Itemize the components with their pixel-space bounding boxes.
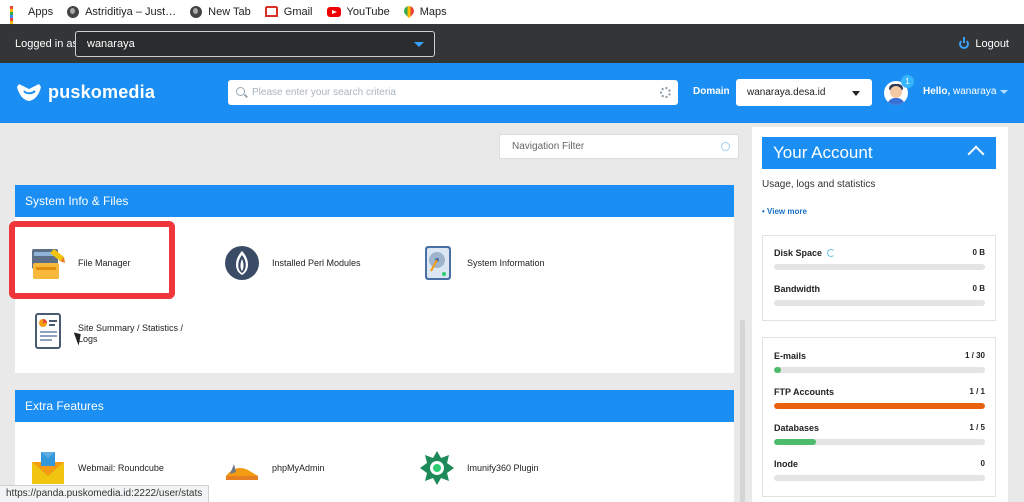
usage-box-accounts: E-mails 1 / 30 FTP Accounts 1 / 1 Databa… bbox=[762, 337, 996, 497]
account-panel-header[interactable]: Your Account bbox=[762, 137, 996, 169]
stat-label: Disk Space bbox=[774, 248, 823, 258]
app-header: puskomedia Please enter your search crit… bbox=[0, 63, 1024, 123]
search-placeholder: Please enter your search criteria bbox=[252, 87, 396, 98]
stat-label: Inode bbox=[774, 459, 798, 469]
item-label: Site Summary / Statistics / Logs bbox=[78, 323, 184, 344]
stat-label: Bandwidth bbox=[774, 284, 820, 294]
youtube-icon bbox=[326, 7, 341, 17]
item-label: phpMyAdmin bbox=[272, 463, 325, 473]
stat-progress-bar bbox=[774, 403, 985, 409]
user-menu[interactable]: Hello, wanaraya bbox=[923, 86, 996, 97]
installed-perl-modules-link[interactable]: Installed Perl Modules bbox=[224, 245, 361, 281]
bookmarks-bar: Apps Astriditiya – Just… New Tab Gmail Y… bbox=[0, 0, 1024, 33]
globe-icon bbox=[67, 6, 80, 18]
stat-progress-bar bbox=[774, 264, 985, 270]
item-label: Imunify360 Plugin bbox=[467, 463, 539, 473]
stat-value: 1 / 1 bbox=[969, 387, 985, 396]
webmail-envelope-icon bbox=[32, 452, 64, 484]
notification-badge[interactable]: 1 bbox=[901, 75, 914, 88]
stat-progress-bar bbox=[774, 367, 985, 373]
domain-label: Domain bbox=[693, 86, 730, 97]
logout-label: Logout bbox=[975, 38, 1009, 50]
logged-in-label: Logged in as bbox=[15, 37, 78, 50]
bookmark-youtube[interactable]: YouTube bbox=[326, 6, 390, 18]
bookmark-astriditiya[interactable]: Astriditiya – Just… bbox=[67, 6, 176, 18]
stat-value: 0 B bbox=[972, 284, 985, 293]
power-icon bbox=[959, 37, 970, 49]
item-label: Installed Perl Modules bbox=[272, 258, 361, 268]
brand-logo[interactable]: puskomedia bbox=[17, 81, 155, 103]
phpmyadmin-link[interactable]: phpMyAdmin bbox=[224, 450, 325, 486]
file-manager-link[interactable]: File Manager bbox=[30, 245, 131, 281]
section-title: Extra Features bbox=[15, 390, 734, 422]
view-more-link[interactable]: • View more bbox=[762, 207, 807, 216]
system-information-link[interactable]: System Information bbox=[419, 245, 545, 281]
main-scrollbar[interactable] bbox=[740, 320, 745, 502]
navigation-filter-placeholder: Navigation Filter bbox=[512, 141, 585, 152]
gear-icon[interactable] bbox=[660, 87, 671, 98]
stat-progress-bar bbox=[774, 475, 985, 481]
search-icon bbox=[721, 142, 730, 151]
imunify-shield-icon bbox=[420, 451, 454, 485]
webmail-roundcube-link[interactable]: Webmail: Roundcube bbox=[30, 450, 164, 486]
status-bar-url: https://panda.puskomedia.id:2222/user/st… bbox=[0, 485, 210, 502]
search-icon bbox=[236, 87, 245, 96]
bookmark-label: YouTube bbox=[346, 6, 390, 18]
stat-value: 1 / 5 bbox=[969, 423, 985, 432]
chevron-down-icon bbox=[414, 42, 424, 47]
site-summary-statistics-logs-link[interactable]: Site Summary / Statistics / Logs bbox=[30, 313, 200, 349]
hard-disk-icon bbox=[425, 246, 451, 280]
stat-value: 0 bbox=[980, 459, 985, 468]
stat-label: E-mails bbox=[774, 351, 807, 361]
search-input[interactable]: Please enter your search criteria bbox=[228, 80, 678, 105]
item-label: Webmail: Roundcube bbox=[78, 463, 164, 473]
imunify360-plugin-link[interactable]: Imunify360 Plugin bbox=[419, 450, 539, 486]
gmail-icon bbox=[264, 7, 278, 17]
account-title: Your Account bbox=[773, 143, 873, 162]
stat-label: FTP Accounts bbox=[774, 387, 835, 397]
file-manager-icon bbox=[32, 249, 65, 279]
stat-progress-bar bbox=[774, 439, 985, 445]
stat-value: 1 / 30 bbox=[964, 351, 985, 360]
refresh-icon[interactable] bbox=[827, 249, 836, 257]
section-title: System Info & Files bbox=[15, 185, 734, 217]
user-select[interactable]: wanaraya bbox=[75, 31, 435, 57]
brand-name: puskomedia bbox=[48, 81, 156, 102]
user-select-value: wanaraya bbox=[87, 38, 135, 50]
domain-select[interactable]: wanaraya.desa.id bbox=[736, 79, 872, 106]
chevron-down-icon[interactable] bbox=[1000, 90, 1008, 94]
hello-user: wanaraya bbox=[953, 86, 997, 97]
navigation-filter-input[interactable]: Navigation Filter bbox=[499, 134, 739, 159]
bookmark-label: Apps bbox=[28, 6, 54, 18]
login-bar: Logged in as wanaraya Logout bbox=[0, 24, 1024, 63]
item-label: File Manager bbox=[78, 258, 131, 268]
account-sidebar: Your Account Usage, logs and statistics … bbox=[752, 127, 1008, 502]
phpmyadmin-icon bbox=[226, 464, 258, 480]
item-label: System Information bbox=[467, 258, 545, 268]
maps-icon bbox=[404, 6, 414, 19]
statistics-report-icon bbox=[35, 313, 61, 349]
stat-progress-bar bbox=[774, 300, 985, 306]
puskomedia-logo-icon bbox=[17, 84, 41, 101]
usage-box-disk-bandwidth: Disk Space 0 B Bandwidth 0 B bbox=[762, 235, 996, 321]
bookmark-apps[interactable]: Apps bbox=[10, 6, 54, 33]
domain-select-value: wanaraya.desa.id bbox=[747, 87, 826, 98]
bookmark-maps[interactable]: Maps bbox=[404, 6, 447, 19]
globe-icon bbox=[190, 6, 203, 18]
stat-value: 0 B bbox=[972, 248, 985, 257]
stat-label: Databases bbox=[774, 423, 820, 433]
hello-prefix: Hello, bbox=[923, 86, 951, 97]
bookmark-new-tab[interactable]: New Tab bbox=[190, 6, 251, 18]
chevron-up-icon[interactable] bbox=[967, 145, 985, 163]
logout-button[interactable]: Logout bbox=[959, 37, 1009, 50]
account-subtitle: Usage, logs and statistics bbox=[762, 179, 876, 190]
bookmark-label: Gmail bbox=[283, 6, 313, 18]
apps-grid-icon bbox=[10, 6, 22, 33]
bookmark-label: Astriditiya – Just… bbox=[85, 6, 177, 18]
chevron-down-icon bbox=[852, 91, 860, 96]
bookmark-label: New Tab bbox=[208, 6, 251, 18]
bookmark-label: Maps bbox=[419, 6, 447, 18]
perl-onion-icon bbox=[225, 246, 259, 280]
bookmark-gmail[interactable]: Gmail bbox=[264, 6, 313, 18]
